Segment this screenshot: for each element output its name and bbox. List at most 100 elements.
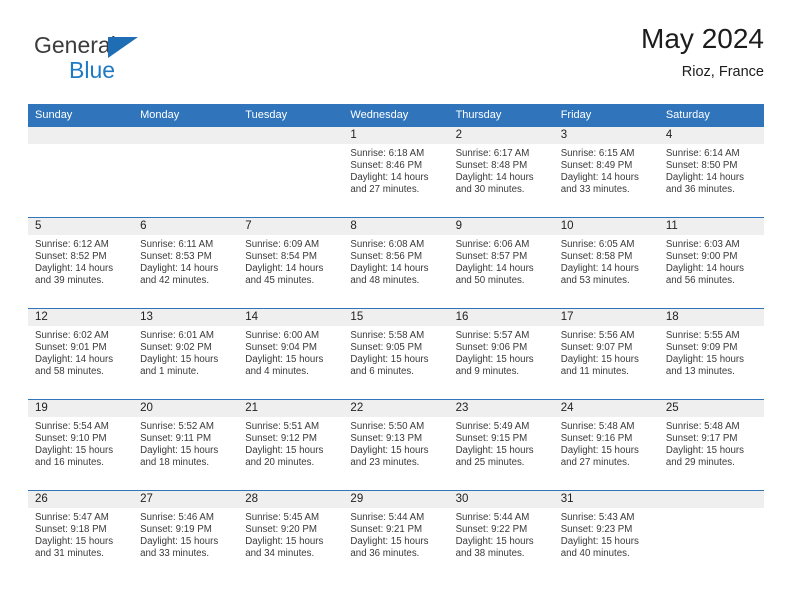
day-cell[interactable]: 28 Sunrise: 5:45 AM Sunset: 9:20 PM Dayl…	[238, 490, 344, 581]
sunset-text: Sunset: 9:21 PM	[350, 524, 423, 536]
day-number: 2	[448, 127, 554, 144]
weekday-header-tuesday: Tuesday	[238, 104, 344, 127]
day-cell[interactable]: 14 Sunrise: 6:00 AM Sunset: 9:04 PM Dayl…	[238, 308, 344, 400]
daylight-text-line1: Daylight: 15 hours	[140, 536, 219, 548]
daylight-text-line1: Daylight: 15 hours	[245, 354, 324, 366]
day-number: 27	[133, 491, 239, 508]
day-cell[interactable]	[28, 127, 134, 218]
day-details	[133, 144, 238, 148]
day-cell[interactable]: 22 Sunrise: 5:50 AM Sunset: 9:13 PM Dayl…	[343, 399, 449, 491]
daylight-text-line1: Daylight: 15 hours	[350, 445, 429, 457]
day-cell[interactable]: 18 Sunrise: 5:55 AM Sunset: 9:09 PM Dayl…	[658, 308, 764, 400]
daylight-text-line1: Daylight: 15 hours	[455, 445, 534, 457]
day-details: Sunrise: 5:55 AM Sunset: 9:09 PM Dayligh…	[659, 326, 764, 378]
daylight-text-line2: and 58 minutes.	[35, 366, 104, 378]
daylight-text-line2: and 1 minute.	[140, 366, 199, 378]
day-cell[interactable]: 17 Sunrise: 5:56 AM Sunset: 9:07 PM Dayl…	[553, 308, 659, 400]
day-cell[interactable]	[238, 127, 344, 218]
daylight-text-line1: Daylight: 15 hours	[665, 445, 744, 457]
day-details: Sunrise: 5:45 AM Sunset: 9:20 PM Dayligh…	[238, 508, 343, 560]
daylight-text-line2: and 38 minutes.	[455, 548, 525, 560]
sunrise-text: Sunrise: 5:51 AM	[245, 421, 320, 432]
day-cell[interactable]: 11 Sunrise: 6:03 AM Sunset: 9:00 PM Dayl…	[658, 217, 764, 309]
day-details: Sunrise: 5:52 AM Sunset: 9:11 PM Dayligh…	[133, 417, 238, 469]
sunrise-text: Sunrise: 5:47 AM	[35, 512, 109, 523]
day-details: Sunrise: 6:14 AM Sunset: 8:50 PM Dayligh…	[659, 144, 764, 196]
day-number: 9	[448, 218, 554, 235]
day-cell[interactable]: 23 Sunrise: 5:49 AM Sunset: 9:15 PM Dayl…	[448, 399, 554, 491]
day-number: 23	[448, 400, 554, 417]
day-number: 13	[133, 309, 239, 326]
day-cell[interactable]	[658, 490, 764, 581]
sunset-text: Sunset: 9:01 PM	[35, 342, 107, 354]
day-number: 31	[553, 491, 659, 508]
daylight-text-line1: Daylight: 15 hours	[140, 445, 219, 457]
day-details	[28, 144, 133, 148]
daylight-text-line2: and 36 minutes.	[350, 548, 420, 560]
sunrise-text: Sunrise: 6:12 AM	[35, 239, 109, 250]
calendar-header-row-group: Sunday Monday Tuesday Wednesday Thursday…	[28, 104, 764, 127]
day-cell[interactable]: 27 Sunrise: 5:46 AM Sunset: 9:19 PM Dayl…	[133, 490, 239, 581]
calendar-page: General Blue May 2024 Rioz, France Sunda…	[0, 0, 792, 612]
weekday-header-thursday: Thursday	[448, 104, 554, 127]
daylight-text-line1: Daylight: 15 hours	[245, 445, 324, 457]
day-cell[interactable]: 25 Sunrise: 5:48 AM Sunset: 9:17 PM Dayl…	[658, 399, 764, 491]
day-cell[interactable]: 1 Sunrise: 6:18 AM Sunset: 8:46 PM Dayli…	[343, 127, 449, 218]
day-cell[interactable]: 13 Sunrise: 6:01 AM Sunset: 9:02 PM Dayl…	[133, 308, 239, 400]
daylight-text-line1: Daylight: 14 hours	[560, 172, 639, 184]
day-number: 21	[238, 400, 344, 417]
day-number: 7	[238, 218, 344, 235]
day-number: 25	[658, 400, 764, 417]
sunrise-text: Sunrise: 6:01 AM	[140, 330, 214, 341]
sunset-text: Sunset: 8:48 PM	[455, 160, 528, 172]
day-cell[interactable]: 4 Sunrise: 6:14 AM Sunset: 8:50 PM Dayli…	[658, 127, 764, 218]
day-details: Sunrise: 6:12 AM Sunset: 8:52 PM Dayligh…	[28, 235, 133, 287]
daylight-text-line2: and 42 minutes.	[140, 275, 210, 287]
day-cell[interactable]: 20 Sunrise: 5:52 AM Sunset: 9:11 PM Dayl…	[133, 399, 239, 491]
day-cell[interactable]: 21 Sunrise: 5:51 AM Sunset: 9:12 PM Dayl…	[238, 399, 344, 491]
day-details: Sunrise: 6:03 AM Sunset: 9:00 PM Dayligh…	[659, 235, 764, 287]
day-number: 30	[448, 491, 554, 508]
sunset-text: Sunset: 9:16 PM	[560, 433, 633, 445]
day-cell[interactable]: 2 Sunrise: 6:17 AM Sunset: 8:48 PM Dayli…	[448, 127, 554, 218]
daylight-text-line1: Daylight: 15 hours	[245, 536, 324, 548]
day-cell[interactable]: 3 Sunrise: 6:15 AM Sunset: 8:49 PM Dayli…	[553, 127, 659, 218]
daylight-text-line2: and 16 minutes.	[35, 457, 104, 469]
day-number	[238, 127, 344, 144]
day-cell[interactable]	[133, 127, 239, 218]
page-subtitle-location: Rioz, France	[681, 64, 764, 80]
day-cell[interactable]: 19 Sunrise: 5:54 AM Sunset: 9:10 PM Dayl…	[28, 399, 134, 491]
sunset-text: Sunset: 8:50 PM	[665, 160, 738, 172]
day-cell[interactable]: 8 Sunrise: 6:08 AM Sunset: 8:56 PM Dayli…	[343, 217, 449, 309]
day-number: 19	[28, 400, 134, 417]
sunset-text: Sunset: 8:58 PM	[560, 251, 633, 263]
day-number: 12	[28, 309, 134, 326]
day-cell[interactable]: 30 Sunrise: 5:44 AM Sunset: 9:22 PM Dayl…	[448, 490, 554, 581]
day-cell[interactable]: 24 Sunrise: 5:48 AM Sunset: 9:16 PM Dayl…	[553, 399, 659, 491]
day-cell[interactable]: 31 Sunrise: 5:43 AM Sunset: 9:23 PM Dayl…	[553, 490, 659, 581]
day-details: Sunrise: 6:17 AM Sunset: 8:48 PM Dayligh…	[449, 144, 554, 196]
weekday-header-row: Sunday Monday Tuesday Wednesday Thursday…	[28, 104, 764, 127]
day-cell[interactable]: 15 Sunrise: 5:58 AM Sunset: 9:05 PM Dayl…	[343, 308, 449, 400]
day-cell[interactable]: 26 Sunrise: 5:47 AM Sunset: 9:18 PM Dayl…	[28, 490, 134, 581]
day-cell[interactable]: 5 Sunrise: 6:12 AM Sunset: 8:52 PM Dayli…	[28, 217, 134, 309]
day-cell[interactable]: 10 Sunrise: 6:05 AM Sunset: 8:58 PM Dayl…	[553, 217, 659, 309]
day-cell[interactable]: 29 Sunrise: 5:44 AM Sunset: 9:21 PM Dayl…	[343, 490, 449, 581]
calendar-week-row: 5 Sunrise: 6:12 AM Sunset: 8:52 PM Dayli…	[28, 217, 764, 309]
day-cell[interactable]: 16 Sunrise: 5:57 AM Sunset: 9:06 PM Dayl…	[448, 308, 554, 400]
sunset-text: Sunset: 8:57 PM	[455, 251, 528, 263]
daylight-text-line1: Daylight: 15 hours	[455, 536, 534, 548]
sunset-text: Sunset: 9:20 PM	[245, 524, 317, 536]
day-cell[interactable]: 9 Sunrise: 6:06 AM Sunset: 8:57 PM Dayli…	[448, 217, 554, 309]
daylight-text-line2: and 23 minutes.	[350, 457, 420, 469]
daylight-text-line2: and 56 minutes.	[665, 275, 735, 287]
day-details: Sunrise: 5:56 AM Sunset: 9:07 PM Dayligh…	[554, 326, 659, 378]
weekday-header-sunday: Sunday	[28, 104, 134, 127]
day-cell[interactable]: 7 Sunrise: 6:09 AM Sunset: 8:54 PM Dayli…	[238, 217, 344, 309]
day-number: 24	[553, 400, 659, 417]
daylight-text-line1: Daylight: 14 hours	[455, 172, 534, 184]
day-number	[133, 127, 239, 144]
sunrise-text: Sunrise: 6:08 AM	[350, 239, 425, 250]
day-cell[interactable]: 6 Sunrise: 6:11 AM Sunset: 8:53 PM Dayli…	[133, 217, 239, 309]
day-cell[interactable]: 12 Sunrise: 6:02 AM Sunset: 9:01 PM Dayl…	[28, 308, 134, 400]
